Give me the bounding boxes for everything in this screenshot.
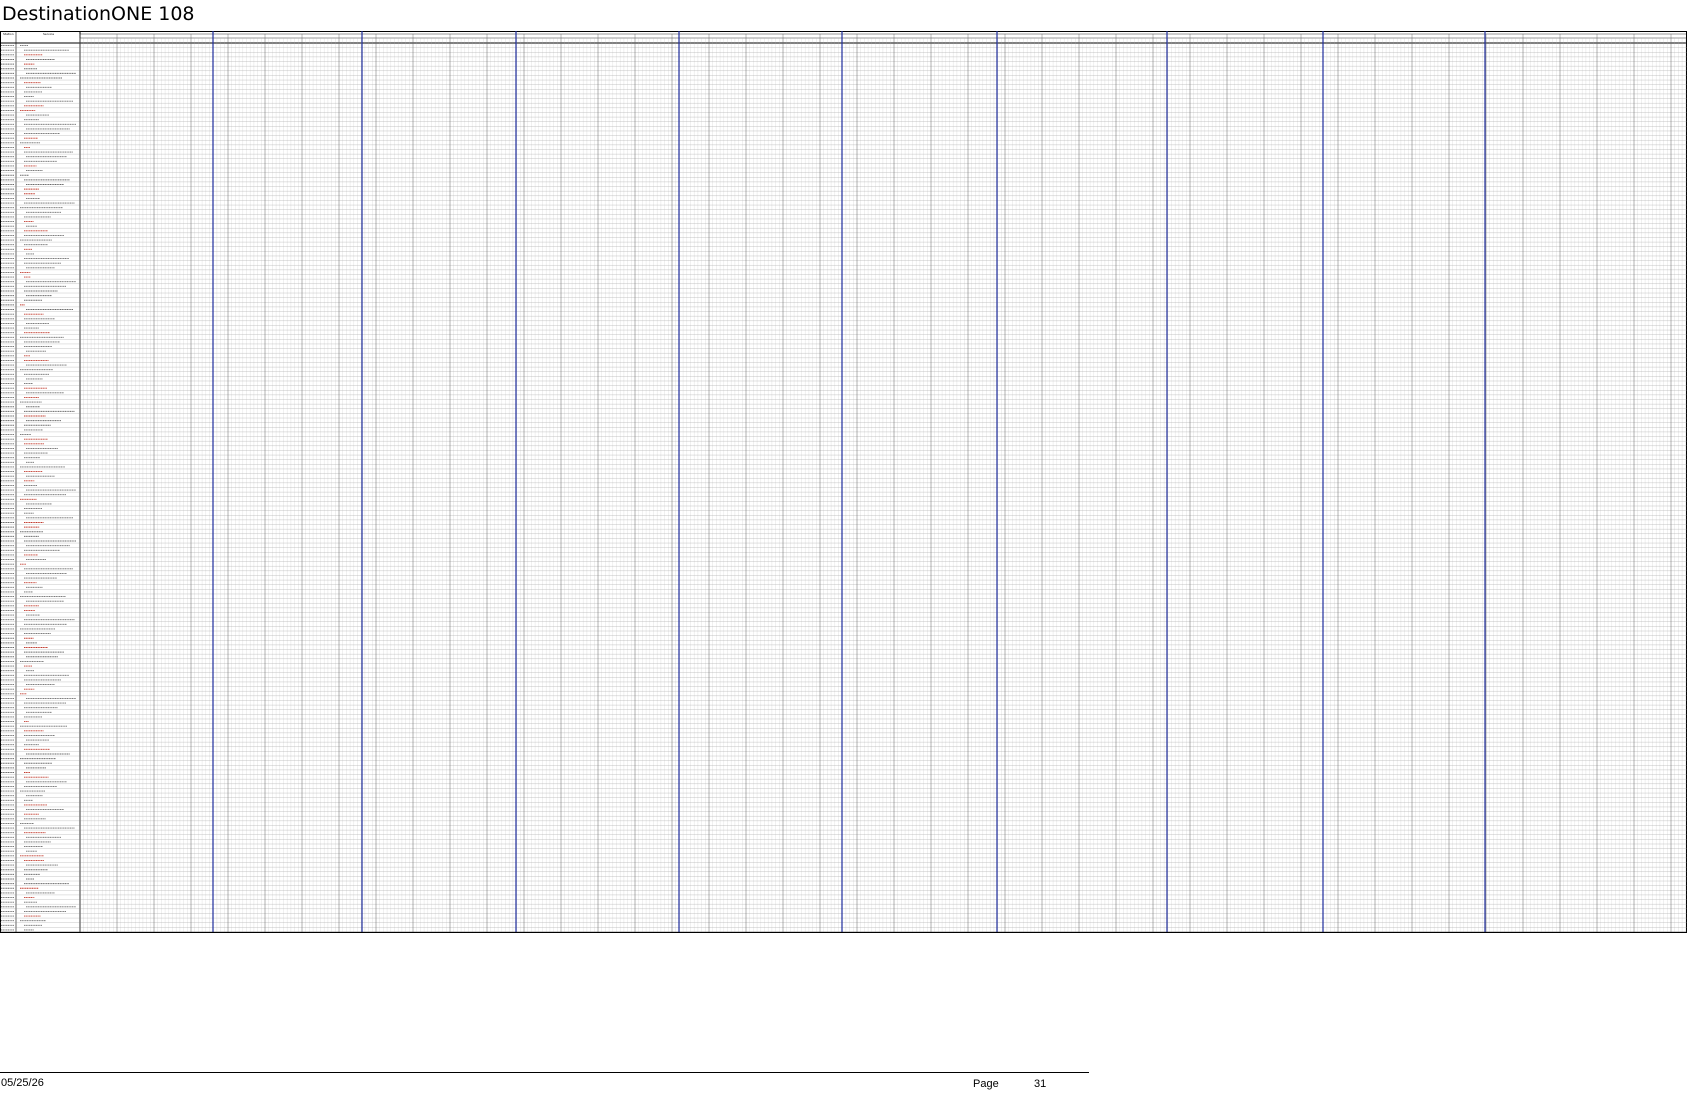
grid-frame bbox=[0, 31, 1687, 933]
footer-divider bbox=[0, 1072, 1089, 1073]
grid-header-station: Station bbox=[3, 32, 14, 36]
schedule-grid-drawing: Station Service bbox=[0, 31, 1687, 934]
grid-slot-rules bbox=[79, 38, 1686, 932]
footer-page-number: 31 bbox=[1034, 1078, 1047, 1090]
schedule-grid: Station Service bbox=[0, 31, 1687, 934]
grid-row-rules bbox=[0, 47, 1687, 933]
grid-row-label-marks bbox=[1, 45, 76, 931]
footer-page-label: Page bbox=[973, 1078, 999, 1090]
grid-header-service: Service bbox=[43, 32, 54, 36]
page-title: DestinationONE 108 bbox=[2, 3, 195, 25]
footer-date: 05/25/26 bbox=[1, 1077, 44, 1089]
